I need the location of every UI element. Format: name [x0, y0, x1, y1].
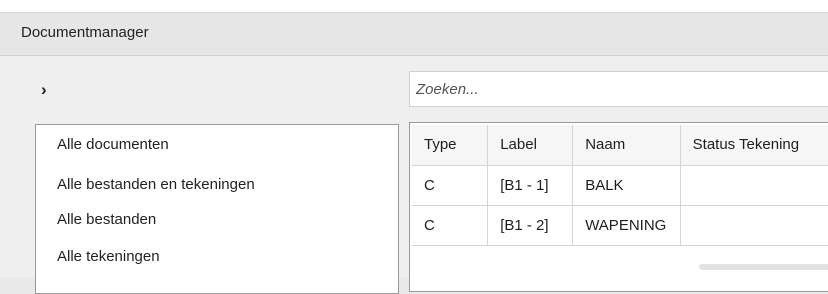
column-header-status-tekening[interactable]: Status Tekening: [680, 125, 828, 166]
search-input[interactable]: [409, 71, 828, 107]
nav-item-alle-bestanden-en-tekeningen[interactable]: Alle bestanden en tekeningen: [57, 176, 255, 193]
cell-status: [680, 205, 828, 246]
cell-label: [B1 - 1]: [487, 165, 574, 206]
nav-item-alle-tekeningen[interactable]: Alle tekeningen: [57, 248, 160, 265]
horizontal-scrollbar[interactable]: [699, 264, 828, 270]
column-header-naam[interactable]: Naam: [572, 125, 681, 166]
window-title: Documentmanager: [21, 24, 149, 41]
nav-item-alle-bestanden[interactable]: Alle bestanden: [57, 211, 156, 228]
column-header-type[interactable]: Type: [412, 125, 489, 166]
documents-table: Type Label Naam Status Tekening C [B1 - …: [412, 125, 828, 246]
documents-table-panel: Type Label Naam Status Tekening C [B1 - …: [409, 122, 828, 292]
table-header-row: Type Label Naam Status Tekening: [412, 125, 828, 166]
nav-item-alle-documenten[interactable]: Alle documenten: [57, 136, 169, 153]
document-filter-list: Alle documenten Alle bestanden en tekeni…: [35, 124, 399, 294]
table-row[interactable]: C [B1 - 1] BALK: [412, 165, 828, 206]
table-row[interactable]: C [B1 - 2] WAPENING: [412, 205, 828, 246]
cell-type: C: [412, 165, 489, 206]
chevron-right-icon[interactable]: ›: [41, 81, 47, 98]
cell-naam: BALK: [572, 165, 681, 206]
cell-label: [B1 - 2]: [487, 205, 574, 246]
cell-naam: WAPENING: [572, 205, 681, 246]
title-bar: Documentmanager: [0, 12, 828, 56]
cell-status: [680, 165, 828, 206]
cell-type: C: [412, 205, 489, 246]
document-manager-window: Documentmanager › Alle documenten Alle b…: [0, 0, 828, 294]
column-header-label[interactable]: Label: [487, 125, 574, 166]
